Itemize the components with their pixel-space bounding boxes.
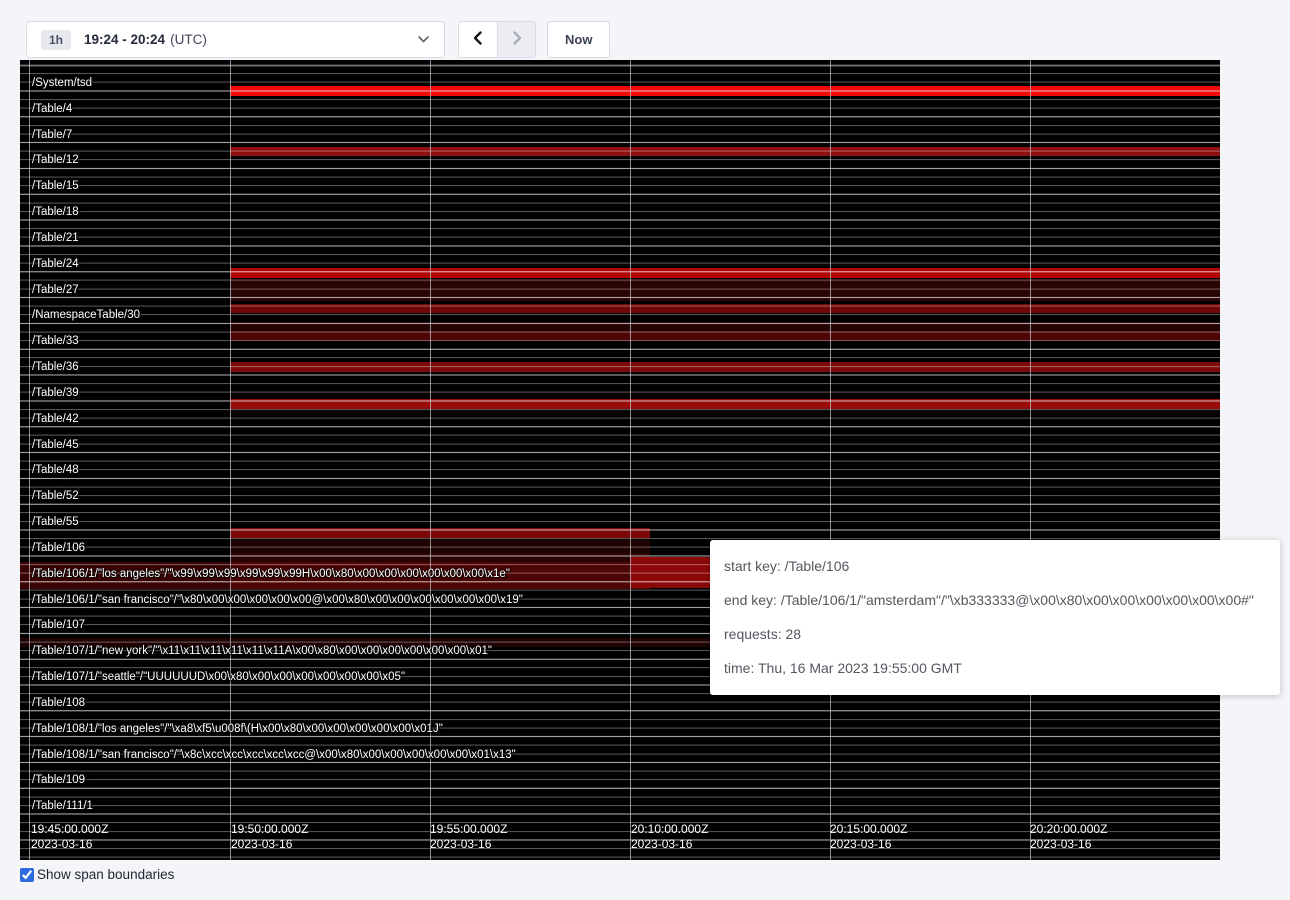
span-boundary-lines — [20, 60, 1220, 860]
axis-time-label: 20:10:00.000Z2023-03-16 — [631, 822, 708, 852]
show-span-boundaries-checkbox[interactable] — [20, 868, 34, 882]
heatmap-band — [230, 362, 1220, 372]
heatmap-row-label: /Table/15 — [32, 180, 79, 192]
heatmap-row-label: /Table/21 — [32, 232, 79, 244]
time-gridlines-layer — [20, 60, 1220, 860]
heatmap-band — [230, 304, 1220, 313]
heatmap-row-label: /Table/106 — [32, 542, 85, 554]
now-button[interactable]: Now — [547, 21, 610, 58]
time-axis-labels-layer: 19:45:00.000Z2023-03-16 19:50:00.000Z2023… — [20, 60, 1220, 860]
heatmap-row-label: /Table/55 — [32, 516, 79, 528]
next-range-button[interactable] — [497, 22, 535, 57]
heatmap-row-label: /Table/7 — [32, 129, 72, 141]
heatmap-row-label: /Table/27 — [32, 284, 79, 296]
heatmap-row-label: /Table/36 — [32, 361, 79, 373]
heatmap-band — [230, 268, 1220, 278]
range-timezone: (UTC) — [170, 32, 207, 47]
axis-time-label: 19:55:00.000Z2023-03-16 — [430, 822, 507, 852]
range-text: 19:24 - 20:24 — [84, 32, 165, 47]
tooltip-requests: requests: 28 — [724, 624, 1270, 644]
heatmap-row-label: /Table/45 — [32, 439, 79, 451]
heatmap-row-label: /System/tsd — [32, 77, 92, 89]
tooltip-start-key: start key: /Table/106 — [724, 556, 1270, 576]
heatmap-row-label: /Table/107 — [32, 619, 85, 631]
heatmap-row-label: /Table/108 — [32, 697, 85, 709]
show-span-boundaries-control[interactable]: Show span boundaries — [20, 867, 174, 882]
hover-tooltip: start key: /Table/106 end key: /Table/10… — [710, 540, 1280, 695]
time-gridline — [430, 60, 431, 860]
heatmap-band — [230, 279, 1220, 301]
time-gridline — [630, 60, 631, 860]
heatmap-row-label: /Table/18 — [32, 206, 79, 218]
heatmap-row-label: /Table/108/1/"los angeles"/"\xa8\xf5\u00… — [32, 723, 443, 735]
chevron-right-icon — [510, 30, 524, 49]
heatmap-band — [230, 86, 1220, 96]
axis-time-label: 19:45:00.000Z2023-03-16 — [31, 822, 108, 852]
heatmap-band — [230, 331, 1220, 341]
heatmap-band — [20, 562, 230, 589]
heatmap-band — [230, 540, 650, 553]
heatmap-row-label: /Table/106/1/"san francisco"/"\x80\x00\x… — [32, 594, 523, 606]
chevron-down-icon — [417, 35, 430, 44]
axis-time-label: 19:50:00.000Z2023-03-16 — [231, 822, 308, 852]
time-range-toolbar: 1h 19:24 - 20:24 (UTC) Now — [26, 21, 610, 58]
time-range-selector[interactable]: 1h 19:24 - 20:24 (UTC) — [26, 21, 445, 58]
heatmap-row-label: /Table/109 — [32, 774, 85, 786]
time-gridline — [29, 60, 30, 860]
heatmap-row-label: /Table/111/1 — [32, 800, 93, 812]
heatmap-band — [230, 399, 1220, 409]
heatmap-row-label: /Table/107/1/"new york"/"\x11\x11\x11\x1… — [32, 645, 492, 657]
key-visualizer-canvas[interactable]: /System/tsd/Table/4/Table/7/Table/12/Tab… — [20, 60, 1220, 860]
range-preset-badge: 1h — [41, 30, 71, 50]
heatmap-band — [230, 562, 650, 589]
axis-time-label: 20:20:00.000Z2023-03-16 — [1030, 822, 1107, 852]
heatmap-bands-layer — [20, 60, 1220, 860]
heatmap-row-label: /NamespaceTable/30 — [32, 309, 140, 321]
heatmap-row-label: /Table/108/1/"san francisco"/"\x8c\xcc\x… — [32, 749, 516, 761]
tooltip-time: time: Thu, 16 Mar 2023 19:55:00 GMT — [724, 658, 1270, 678]
axis-time-label: 20:15:00.000Z2023-03-16 — [830, 822, 907, 852]
heatmap-row-label: /Table/39 — [32, 387, 79, 399]
tooltip-end-key: end key: /Table/106/1/"amsterdam"/"\xb33… — [724, 590, 1270, 610]
show-span-boundaries-label: Show span boundaries — [37, 867, 174, 882]
heatmap-row-label: /Table/107/1/"seattle"/"UUUUUUD\x00\x80\… — [32, 671, 405, 683]
heatmap-row-label: /Table/4 — [32, 103, 72, 115]
heatmap-band — [230, 322, 1220, 331]
heatmap-row-label: /Table/24 — [32, 258, 79, 270]
heatmap-row-label: /Table/12 — [32, 154, 79, 166]
heatmap-row-label: /Table/42 — [32, 413, 79, 425]
chevron-left-icon — [471, 30, 485, 49]
time-gridline — [230, 60, 231, 860]
range-nav-button-group — [458, 21, 536, 58]
row-labels-layer: /System/tsd/Table/4/Table/7/Table/12/Tab… — [20, 60, 1220, 860]
heatmap-row-label: /Table/48 — [32, 464, 79, 476]
heatmap-row-label: /Table/33 — [32, 335, 79, 347]
prev-range-button[interactable] — [459, 22, 497, 57]
heatmap-row-label: /Table/52 — [32, 490, 79, 502]
heatmap-row-label: /Table/106/1/"los angeles"/"\x99\x99\x99… — [32, 568, 510, 580]
heatmap-band — [230, 528, 650, 538]
time-gridline — [830, 60, 831, 860]
heatmap-band — [230, 553, 650, 562]
time-gridline — [1030, 60, 1031, 860]
heatmap-band — [230, 147, 1220, 156]
